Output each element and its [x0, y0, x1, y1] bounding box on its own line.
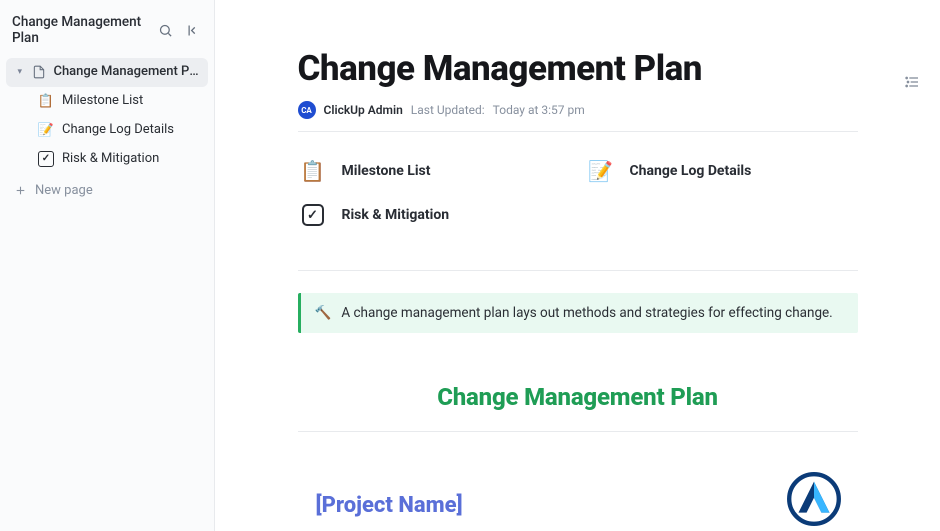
author-avatar[interactable]: CA [298, 101, 316, 119]
outline-toggle-icon[interactable] [900, 70, 924, 94]
callout[interactable]: 🔨 A change management plan lays out meth… [298, 293, 858, 333]
last-updated-label: Last Updated: [411, 103, 485, 117]
clipboard-icon: 📋 [298, 156, 328, 186]
project-row: [Project Name] COMPANY NAME [298, 468, 858, 531]
sidebar: Change Management Plan ▾ Change Manageme… [0, 0, 215, 531]
tree-item-label: Milestone List [62, 92, 143, 111]
collapse-sidebar-icon[interactable] [182, 19, 204, 41]
hammer-icon: 🔨 [315, 305, 332, 321]
new-page-label: New page [35, 183, 93, 198]
memo-icon: 📝 [38, 122, 54, 138]
project-name-placeholder[interactable]: [Project Name] [302, 493, 463, 518]
memo-icon: 📝 [586, 156, 616, 186]
tree-item-label: Risk & Mitigation [62, 150, 159, 169]
doc-icon [31, 64, 47, 80]
checkbox-icon [298, 200, 328, 230]
author-name[interactable]: ClickUp Admin [324, 103, 403, 117]
document-body: Change Management Plan CA ClickUp Admin … [298, 48, 858, 531]
subpage-milestone-list[interactable]: 📋 Milestone List [298, 150, 570, 192]
clipboard-icon: 📋 [38, 93, 54, 109]
tree-item-label: Change Log Details [62, 121, 174, 140]
subpages-grid: 📋 Milestone List 📝 Change Log Details Ri… [298, 132, 858, 254]
subpage-label: Change Log Details [630, 163, 752, 179]
caret-down-icon[interactable]: ▾ [14, 66, 25, 79]
page-meta: CA ClickUp Admin Last Updated: Today at … [298, 101, 858, 119]
tree-item-root[interactable]: ▾ Change Management Plan [6, 58, 208, 87]
logo-icon [783, 468, 845, 530]
page-tree: ▾ Change Management Plan 📋 Milestone Lis… [0, 56, 214, 175]
subpage-risk-mitigation[interactable]: Risk & Mitigation [298, 194, 570, 236]
main-content: Change Management Plan CA ClickUp Admin … [215, 0, 940, 531]
company-logo: COMPANY NAME [775, 468, 854, 531]
page-title[interactable]: Change Management Plan [298, 48, 858, 89]
plus-icon [14, 184, 27, 197]
divider [298, 431, 858, 432]
divider [298, 270, 858, 271]
tree-item-risk-mitigation[interactable]: ✓ Risk & Mitigation [6, 145, 208, 174]
callout-text: A change management plan lays out method… [341, 305, 832, 321]
tree-item-milestone-list[interactable]: 📋 Milestone List [6, 87, 208, 116]
subpage-label: Risk & Mitigation [342, 207, 450, 223]
subpage-change-log[interactable]: 📝 Change Log Details [586, 150, 858, 192]
workspace-title: Change Management Plan [12, 14, 148, 46]
sidebar-header: Change Management Plan [0, 4, 214, 56]
subpage-label: Milestone List [342, 163, 431, 179]
section-heading[interactable]: Change Management Plan [298, 383, 858, 411]
checkbox-icon: ✓ [38, 151, 54, 167]
last-updated-value: Today at 3:57 pm [493, 103, 585, 117]
tree-item-label: Change Management Plan [53, 63, 200, 82]
search-icon[interactable] [154, 19, 176, 41]
new-page-button[interactable]: New page [0, 177, 214, 204]
tree-item-change-log[interactable]: 📝 Change Log Details [6, 116, 208, 145]
